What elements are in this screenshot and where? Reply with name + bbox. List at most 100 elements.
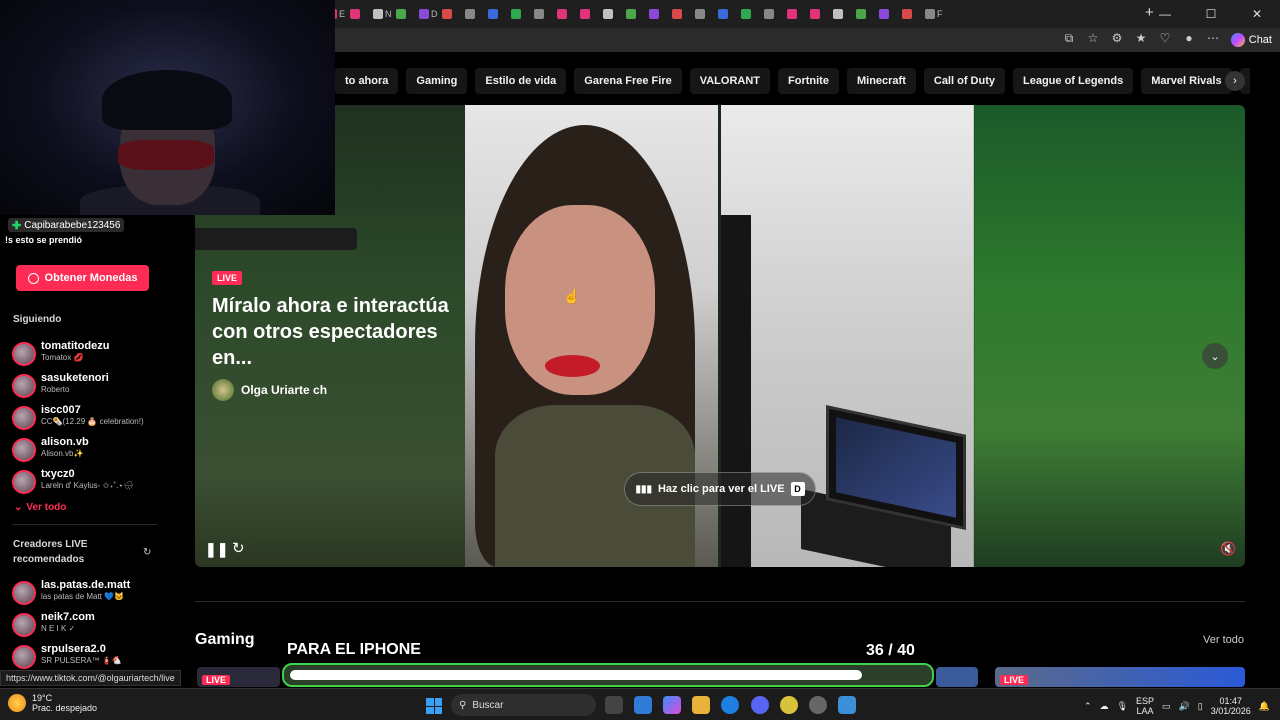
category-chip[interactable]: to ahora — [335, 68, 399, 94]
task-view-icon[interactable] — [605, 696, 623, 714]
taskbar-search[interactable]: ⚲ Buscar — [451, 694, 596, 716]
discord-icon[interactable] — [751, 696, 769, 714]
browser-tab[interactable] — [741, 6, 764, 22]
browser-tab[interactable] — [350, 6, 373, 22]
tray-chevron-icon[interactable]: ⌃ — [1084, 701, 1092, 712]
browser-tab[interactable] — [902, 6, 925, 22]
mic-icon[interactable]: 🎙 — [1117, 701, 1128, 712]
favorites-icon[interactable]: ★ — [1134, 31, 1148, 45]
browser-tab[interactable] — [534, 6, 557, 22]
browser-tab[interactable] — [465, 6, 488, 22]
browser-tab[interactable] — [672, 6, 695, 22]
avatar — [12, 581, 36, 605]
browser-tab[interactable] — [396, 6, 419, 22]
copilot-taskbar-icon[interactable] — [663, 696, 681, 714]
hero-title: Míralo ahora e interactúa con otros espe… — [212, 295, 449, 369]
gaming-thumbnail[interactable]: LIVE — [197, 667, 280, 687]
browser-tab[interactable] — [833, 6, 856, 22]
sidebar-user-item[interactable]: tomatitodezu Tomatox 💋 — [12, 339, 172, 369]
user-name: tomatitodezu — [41, 340, 110, 352]
hero-live-carousel[interactable]: LIVE Míralo ahora e interactúa con otros… — [195, 105, 1245, 567]
category-chip[interactable]: Gaming — [406, 68, 468, 94]
weather-widget[interactable]: 19°C Prac. despejado — [8, 693, 97, 713]
start-button[interactable] — [426, 698, 442, 714]
more-menu-icon[interactable]: ⋯ — [1206, 31, 1220, 45]
browser-tab[interactable] — [626, 6, 649, 22]
browser-tab[interactable] — [810, 6, 833, 22]
maximize-button[interactable]: ☐ — [1188, 0, 1234, 28]
watch-live-button[interactable]: ▮▮▮ Haz clic para ver el LIVE D — [624, 472, 816, 506]
sidebar-user-item[interactable]: txycz0 Lareln d' Kaylus- ✩₊˚.⋆🌧 — [12, 467, 172, 497]
sidebar-user-item[interactable]: iscc007 CC🌯(12.29 🎂 celebration!) — [12, 403, 172, 433]
clock[interactable]: 01:47 3/01/2026 — [1211, 696, 1251, 716]
browser-tab[interactable] — [580, 6, 603, 22]
category-chip[interactable]: VALORANT — [689, 68, 771, 94]
category-chip[interactable]: Fortnite — [778, 68, 839, 94]
browser-tab[interactable] — [557, 6, 580, 22]
avatar — [12, 406, 36, 430]
notifications-icon[interactable]: 🔔 — [1259, 701, 1270, 712]
replay-button[interactable]: ↻ — [232, 539, 245, 557]
hero-streamer[interactable]: Olga Uriarte ch — [212, 379, 327, 401]
category-next-button[interactable]: › — [1225, 71, 1245, 91]
copilot-chat-button[interactable]: Chat — [1230, 31, 1272, 49]
volume-icon[interactable]: 🔊 — [1179, 701, 1190, 712]
battery-icon[interactable]: ▯ — [1198, 701, 1203, 712]
tab-label: D — [431, 9, 438, 19]
browser-tab[interactable]: N — [373, 6, 396, 22]
see-all-following[interactable]: ⌄ Ver todo — [14, 502, 66, 513]
get-coins-button[interactable]: Obtener Monedas — [16, 265, 149, 291]
mute-button[interactable]: 🔇 — [1220, 541, 1236, 557]
file-explorer-icon[interactable] — [692, 696, 710, 714]
heart-pulse-icon[interactable]: ♡ — [1158, 31, 1172, 45]
profile-avatar-icon[interactable]: ● — [1182, 31, 1196, 45]
sidebar-user-item[interactable]: alison.vb Alison.vb✨ — [12, 435, 172, 465]
gaming-thumbnail[interactable] — [936, 667, 978, 687]
sidebar-user-item[interactable]: sasuketenori Roberto — [12, 371, 172, 401]
sidebar-user-item[interactable]: las.patas.de.matt las patas de Matt 💙🐱 — [12, 578, 172, 608]
browser-tab[interactable]: D — [419, 6, 442, 22]
browser-tab[interactable] — [649, 6, 672, 22]
cloud-icon[interactable]: ☁ — [1100, 701, 1109, 712]
close-window-button[interactable]: ✕ — [1234, 0, 1280, 28]
tab-favicon-icon — [419, 9, 429, 19]
category-chip[interactable]: Estilo de vida — [475, 68, 567, 94]
browser-tab[interactable] — [879, 6, 902, 22]
category-chip[interactable]: Call of Duty — [923, 68, 1005, 94]
browser-tab[interactable] — [603, 6, 626, 22]
obs-icon[interactable] — [809, 696, 827, 714]
sidebar-user-item[interactable]: srpulsera2.0 SR PULSERA™ 🧯🐔 — [12, 642, 172, 672]
category-chip[interactable]: Marvel Rivals — [1141, 68, 1232, 94]
edge-browser-icon[interactable] — [721, 696, 739, 714]
browser-tab[interactable]: F — [925, 6, 948, 22]
network-icon[interactable]: ▭ — [1162, 701, 1171, 712]
next-live-button[interactable]: ⌄ — [1202, 343, 1228, 369]
category-chip[interactable]: League of Legends — [1013, 68, 1134, 94]
browser-tab[interactable] — [856, 6, 879, 22]
favorite-star-icon[interactable]: ☆ — [1086, 31, 1100, 45]
extensions-icon[interactable]: ⚙ — [1110, 31, 1124, 45]
shortcut-key: D — [790, 482, 805, 496]
browser-tab[interactable] — [511, 6, 534, 22]
tab-favicon-icon — [626, 9, 636, 19]
language-indicator[interactable]: ESP LAA — [1136, 696, 1154, 716]
browser-tab[interactable] — [787, 6, 810, 22]
minimize-button[interactable]: — — [1142, 0, 1188, 28]
store-icon[interactable] — [634, 696, 652, 714]
browser-tab[interactable] — [764, 6, 787, 22]
app-window-icon[interactable] — [838, 696, 856, 714]
category-chip[interactable]: Garena Free Fire — [574, 68, 682, 94]
browser-tab[interactable] — [442, 6, 465, 22]
sidebar-user-item[interactable]: neik7.com N E I K ✓ — [12, 610, 172, 640]
browser-tab[interactable] — [695, 6, 718, 22]
category-chip[interactable]: Minecraft — [846, 68, 916, 94]
browser-tab[interactable] — [718, 6, 741, 22]
browser-tab[interactable] — [488, 6, 511, 22]
recommended-heading-line1: Creadores LIVE — [13, 539, 88, 550]
gaming-thumbnail[interactable]: LIVE — [995, 667, 1245, 687]
refresh-icon[interactable]: ↻ — [143, 547, 151, 558]
see-all-gaming-link[interactable]: Ver todo — [1203, 634, 1244, 646]
open-in-app-icon[interactable]: ⧉ — [1062, 31, 1076, 45]
pause-button[interactable]: ❚❚ — [205, 541, 228, 558]
app-icon[interactable] — [780, 696, 798, 714]
